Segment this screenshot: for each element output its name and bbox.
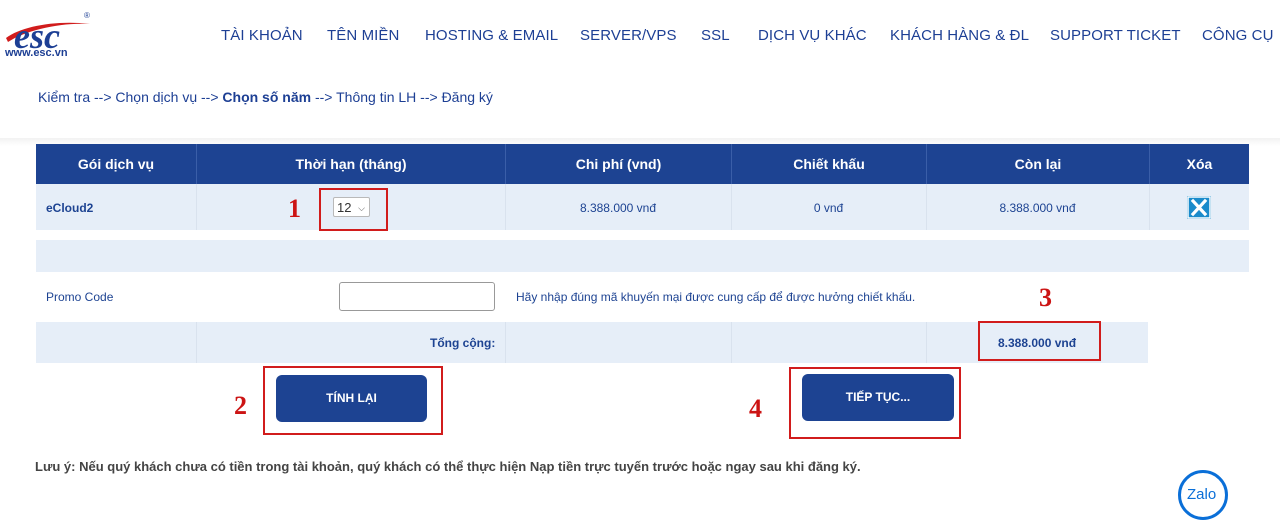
table-header: Gói dịch vụ Thời hạn (tháng) Chi phí (vn…	[36, 144, 1249, 184]
breadcrumb-separator: -->	[201, 89, 219, 105]
column-divider	[926, 322, 927, 363]
annotation-box-recalc	[263, 366, 443, 435]
breadcrumb-step-dang-ky: Đăng ký	[441, 89, 493, 105]
remaining-value: 8.388.000 vnđ	[999, 201, 1076, 215]
promo-code-hint: Hãy nhập đúng mã khuyến mại được cung cấ…	[516, 290, 916, 304]
breadcrumb-separator: -->	[420, 89, 438, 105]
breadcrumb-step-chon-so-nam: Chọn số năm	[222, 89, 312, 105]
breadcrumb: Kiểm tra --> Chọn dịch vụ --> Chọn số nă…	[38, 89, 493, 105]
column-divider	[505, 322, 506, 363]
col-header-remaining: Còn lại	[1014, 156, 1062, 172]
zalo-label: Zalo	[1187, 486, 1217, 503]
col-header-cost: Chi phí (vnd)	[575, 156, 662, 172]
col-header-term: Thời hạn (tháng)	[295, 156, 407, 172]
breadcrumb-separator: -->	[314, 89, 333, 105]
svg-text:®: ®	[84, 11, 90, 20]
payment-note: Lưu ý: Nếu quý khách chưa có tiền trong …	[35, 459, 861, 474]
nav-support-ticket[interactable]: SUPPORT TICKET	[1050, 27, 1181, 44]
promo-code-label: Promo Code	[46, 290, 114, 304]
nav-ten-mien[interactable]: TÊN MIỀN	[327, 27, 399, 44]
close-icon	[1187, 196, 1211, 219]
delete-button[interactable]	[1187, 196, 1211, 219]
breadcrumb-separator: -->	[94, 89, 112, 105]
total-label: Tổng cộng:	[430, 336, 496, 350]
package-name: eCloud2	[46, 201, 94, 215]
column-divider	[196, 184, 197, 230]
column-divider	[1149, 184, 1150, 230]
breadcrumb-step-thong-tin-lh: Thông tin LH	[336, 89, 417, 105]
nav-ssl[interactable]: SSL	[701, 27, 730, 44]
col-header-discount: Chiết khấu	[793, 156, 865, 172]
column-divider	[196, 322, 197, 363]
nav-cong-cu[interactable]: CÔNG CỤ	[1202, 27, 1274, 44]
breadcrumb-step-chon-dich-vu: Chọn dịch vụ	[115, 89, 198, 105]
nav-server-vps[interactable]: SERVER/VPS	[580, 27, 677, 44]
nav-tai-khoan[interactable]: TÀI KHOẢN	[221, 27, 303, 44]
nav-hosting-email[interactable]: HOSTING & EMAIL	[425, 27, 558, 44]
nav-khach-hang-dl[interactable]: KHÁCH HÀNG & ĐL	[890, 27, 1029, 44]
annotation-number-3: 3	[1039, 283, 1052, 312]
col-header-package: Gói dịch vụ	[77, 156, 155, 172]
promo-code-input[interactable]	[339, 282, 495, 311]
annotation-box-term	[319, 188, 388, 231]
annotation-number-2: 2	[234, 391, 247, 420]
cost-value: 8.388.000 vnđ	[579, 201, 657, 215]
annotation-number-1: 1	[288, 194, 301, 223]
logo-url-text: www.esc.vn	[5, 47, 68, 59]
col-header-delete: Xóa	[1186, 156, 1213, 172]
column-divider	[731, 322, 732, 363]
zalo-chat-button[interactable]: Zalo	[1178, 470, 1228, 520]
nav-dich-vu-khac[interactable]: DỊCH VỤ KHÁC	[758, 27, 867, 44]
annotation-number-4: 4	[749, 394, 762, 423]
annotation-box-total	[978, 321, 1101, 361]
discount-value: 0 vnđ	[813, 201, 844, 215]
annotation-box-continue	[789, 367, 961, 439]
table-row-empty	[36, 240, 1249, 272]
breadcrumb-step-kiem-tra: Kiểm tra	[38, 89, 91, 105]
